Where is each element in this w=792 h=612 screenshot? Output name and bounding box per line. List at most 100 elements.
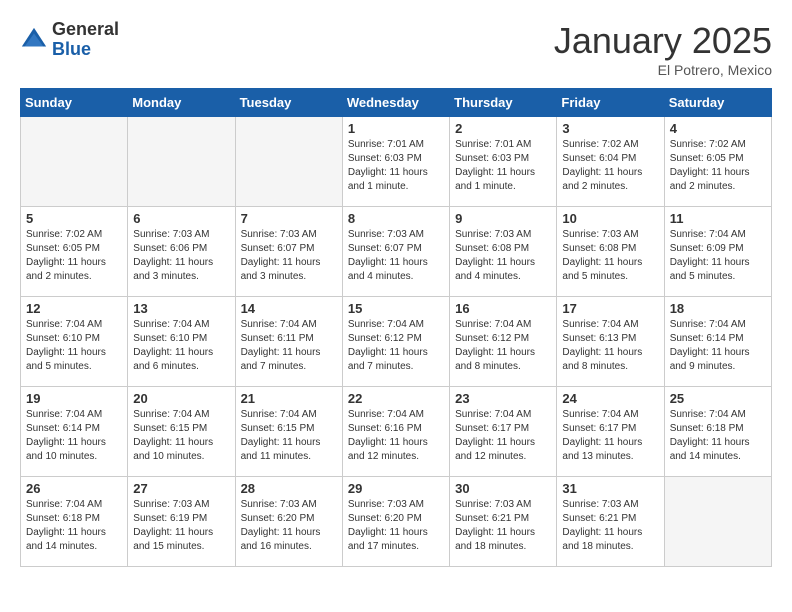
- logo-blue-text: Blue: [52, 39, 91, 59]
- calendar-cell: [235, 117, 342, 207]
- weekday-header-tuesday: Tuesday: [235, 89, 342, 117]
- month-title: January 2025: [554, 20, 772, 62]
- calendar-week-1: 1 Sunrise: 7:01 AM Sunset: 6:03 PM Daylig…: [21, 117, 772, 207]
- calendar-cell: 2 Sunrise: 7:01 AM Sunset: 6:03 PM Daylig…: [450, 117, 557, 207]
- calendar-cell: 12Sunrise: 7:04 AM Sunset: 6:10 PM Dayli…: [21, 297, 128, 387]
- calendar-cell: 14 Sunrise: 7:04 AM Sunset: 6:11 PM Dayli…: [235, 297, 342, 387]
- calendar-cell: 16Sunrise: 7:04 AM Sunset: 6:12 PM Dayli…: [450, 297, 557, 387]
- location: El Potrero, Mexico: [554, 62, 772, 78]
- day-number: 2: [455, 121, 551, 136]
- day-info: Sunrise: 7:02 AM Sunset: 6:04 PM Dayligh…: [562, 138, 658, 194]
- calendar-cell: 4 Sunrise: 7:02 AM Sunset: 6:05 PM Daylig…: [664, 117, 771, 207]
- day-info: Sunrise: 7:03 AM Sunset: 6:21 PM Dayligh…: [455, 498, 551, 554]
- calendar-table: SundayMondayTuesdayWednesdayThursdayFrid…: [20, 88, 772, 567]
- calendar-cell: 9 Sunrise: 7:03 AM Sunset: 6:08 PM Daylig…: [450, 207, 557, 297]
- day-info: Sunrise: 7:04 AM Sunset: 6:14 PM Dayligh…: [670, 318, 766, 374]
- day-number: 23: [455, 391, 551, 406]
- page-header: General Blue January 2025 El Potrero, Me…: [20, 20, 772, 78]
- calendar-week-4: 19Sunrise: 7:04 AM Sunset: 6:14 PM Dayli…: [21, 387, 772, 477]
- calendar-cell: 23 Sunrise: 7:04 AM Sunset: 6:17 PM Dayli…: [450, 387, 557, 477]
- day-number: 9: [455, 211, 551, 226]
- day-info: Sunrise: 7:04 AM Sunset: 6:12 PM Dayligh…: [348, 318, 444, 374]
- day-number: 29: [348, 481, 444, 496]
- day-info: Sunrise: 7:04 AM Sunset: 6:15 PM Dayligh…: [133, 408, 229, 464]
- day-number: 11: [670, 211, 766, 226]
- day-number: 20: [133, 391, 229, 406]
- day-number: 10: [562, 211, 658, 226]
- day-number: 12: [26, 301, 122, 316]
- calendar-cell: 27Sunrise: 7:03 AM Sunset: 6:19 PM Dayli…: [128, 477, 235, 567]
- day-number: 26: [26, 481, 122, 496]
- weekday-header-sunday: Sunday: [21, 89, 128, 117]
- logo-icon: [20, 26, 48, 54]
- calendar-cell: 15 Sunrise: 7:04 AM Sunset: 6:12 PM Dayli…: [342, 297, 449, 387]
- calendar-cell: 3 Sunrise: 7:02 AM Sunset: 6:04 PM Daylig…: [557, 117, 664, 207]
- day-info: Sunrise: 7:03 AM Sunset: 6:08 PM Dayligh…: [562, 228, 658, 284]
- day-info: Sunrise: 7:04 AM Sunset: 6:17 PM Dayligh…: [562, 408, 658, 464]
- day-info: Sunrise: 7:04 AM Sunset: 6:16 PM Dayligh…: [348, 408, 444, 464]
- day-info: Sunrise: 7:02 AM Sunset: 6:05 PM Dayligh…: [670, 138, 766, 194]
- calendar-cell: 28 Sunrise: 7:03 AM Sunset: 6:20 PM Dayli…: [235, 477, 342, 567]
- calendar-cell: 30 Sunrise: 7:03 AM Sunset: 6:21 PM Dayli…: [450, 477, 557, 567]
- calendar-cell: [664, 477, 771, 567]
- calendar-cell: 21Sunrise: 7:04 AM Sunset: 6:15 PM Dayli…: [235, 387, 342, 477]
- calendar-week-2: 5 Sunrise: 7:02 AM Sunset: 6:05 PM Daylig…: [21, 207, 772, 297]
- calendar-cell: 24 Sunrise: 7:04 AM Sunset: 6:17 PM Dayli…: [557, 387, 664, 477]
- weekday-header-thursday: Thursday: [450, 89, 557, 117]
- day-number: 14: [241, 301, 337, 316]
- weekday-header-friday: Friday: [557, 89, 664, 117]
- day-number: 24: [562, 391, 658, 406]
- day-info: Sunrise: 7:03 AM Sunset: 6:08 PM Dayligh…: [455, 228, 551, 284]
- calendar-week-5: 26 Sunrise: 7:04 AM Sunset: 6:18 PM Dayli…: [21, 477, 772, 567]
- calendar-cell: 11Sunrise: 7:04 AM Sunset: 6:09 PM Dayli…: [664, 207, 771, 297]
- day-info: Sunrise: 7:03 AM Sunset: 6:21 PM Dayligh…: [562, 498, 658, 554]
- weekday-header-wednesday: Wednesday: [342, 89, 449, 117]
- day-number: 13: [133, 301, 229, 316]
- day-number: 1: [348, 121, 444, 136]
- day-info: Sunrise: 7:04 AM Sunset: 6:15 PM Dayligh…: [241, 408, 337, 464]
- day-number: 30: [455, 481, 551, 496]
- day-info: Sunrise: 7:03 AM Sunset: 6:19 PM Dayligh…: [133, 498, 229, 554]
- day-number: 17: [562, 301, 658, 316]
- calendar-week-3: 12 Sunrise: 7:04 AM Sunset: 6:10 PM Dayli…: [21, 297, 772, 387]
- day-number: 4: [670, 121, 766, 136]
- title-block: January 2025 El Potrero, Mexico: [554, 20, 772, 78]
- day-number: 19: [26, 391, 122, 406]
- day-info: Sunrise: 7:04 AM Sunset: 6:17 PM Dayligh…: [455, 408, 551, 464]
- calendar-cell: 20 Sunrise: 7:04 AM Sunset: 6:15 PM Dayli…: [128, 387, 235, 477]
- day-info: Sunrise: 7:04 AM Sunset: 6:12 PM Dayligh…: [455, 318, 551, 374]
- calendar-cell: 26 Sunrise: 7:04 AM Sunset: 6:18 PM Dayli…: [21, 477, 128, 567]
- day-number: 22: [348, 391, 444, 406]
- calendar-cell: 22 Sunrise: 7:04 AM Sunset: 6:16 PM Dayli…: [342, 387, 449, 477]
- calendar-cell: 25Sunrise: 7:04 AM Sunset: 6:18 PM Dayli…: [664, 387, 771, 477]
- day-info: Sunrise: 7:04 AM Sunset: 6:10 PM Dayligh…: [133, 318, 229, 374]
- weekday-header-monday: Monday: [128, 89, 235, 117]
- calendar-cell: [128, 117, 235, 207]
- calendar-cell: 18 Sunrise: 7:04 AM Sunset: 6:14 PM Dayli…: [664, 297, 771, 387]
- day-info: Sunrise: 7:04 AM Sunset: 6:18 PM Dayligh…: [26, 498, 122, 554]
- day-number: 15: [348, 301, 444, 316]
- day-number: 5: [26, 211, 122, 226]
- calendar-cell: 5 Sunrise: 7:02 AM Sunset: 6:05 PM Daylig…: [21, 207, 128, 297]
- day-info: Sunrise: 7:01 AM Sunset: 6:03 PM Dayligh…: [348, 138, 444, 194]
- calendar-cell: 19Sunrise: 7:04 AM Sunset: 6:14 PM Dayli…: [21, 387, 128, 477]
- day-number: 18: [670, 301, 766, 316]
- calendar-cell: 17 Sunrise: 7:04 AM Sunset: 6:13 PM Dayli…: [557, 297, 664, 387]
- day-number: 6: [133, 211, 229, 226]
- calendar-cell: [21, 117, 128, 207]
- day-info: Sunrise: 7:04 AM Sunset: 6:13 PM Dayligh…: [562, 318, 658, 374]
- day-number: 7: [241, 211, 337, 226]
- day-number: 8: [348, 211, 444, 226]
- day-info: Sunrise: 7:01 AM Sunset: 6:03 PM Dayligh…: [455, 138, 551, 194]
- day-info: Sunrise: 7:03 AM Sunset: 6:20 PM Dayligh…: [241, 498, 337, 554]
- day-number: 25: [670, 391, 766, 406]
- day-number: 3: [562, 121, 658, 136]
- day-number: 28: [241, 481, 337, 496]
- day-info: Sunrise: 7:02 AM Sunset: 6:05 PM Dayligh…: [26, 228, 122, 284]
- calendar-cell: 10 Sunrise: 7:03 AM Sunset: 6:08 PM Dayli…: [557, 207, 664, 297]
- calendar-cell: 1 Sunrise: 7:01 AM Sunset: 6:03 PM Daylig…: [342, 117, 449, 207]
- calendar-cell: 31Sunrise: 7:03 AM Sunset: 6:21 PM Dayli…: [557, 477, 664, 567]
- day-info: Sunrise: 7:04 AM Sunset: 6:11 PM Dayligh…: [241, 318, 337, 374]
- logo: General Blue: [20, 20, 119, 60]
- day-info: Sunrise: 7:03 AM Sunset: 6:07 PM Dayligh…: [348, 228, 444, 284]
